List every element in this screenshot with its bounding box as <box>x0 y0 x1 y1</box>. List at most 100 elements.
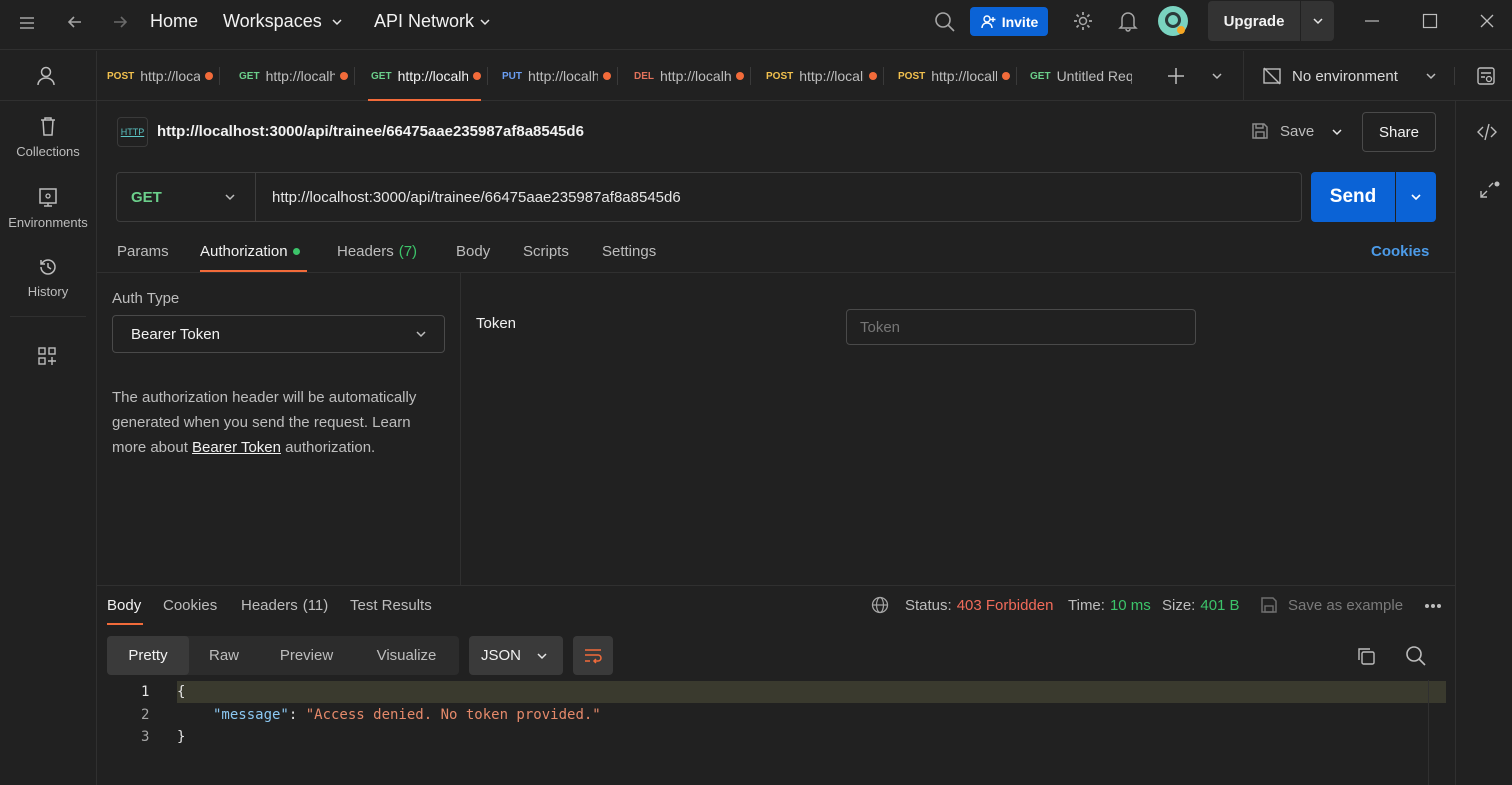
back-arrow-icon[interactable] <box>65 12 85 32</box>
workspaces-label: Workspaces <box>223 11 322 31</box>
request-tab[interactable]: DEL http://localhost:3000 <box>634 51 751 101</box>
new-tab-icon[interactable] <box>1166 66 1186 86</box>
editor-scrollbar-track[interactable] <box>1428 680 1429 785</box>
view-raw[interactable]: Raw <box>189 636 259 675</box>
method-badge: GET <box>239 70 260 82</box>
auth-panel-divider <box>460 273 461 585</box>
save-dropdown-chevron-icon[interactable] <box>1330 125 1344 139</box>
save-button[interactable]: Save <box>1250 121 1314 141</box>
upgrade-dropdown[interactable] <box>1301 1 1334 41</box>
chevron-down-icon <box>416 331 426 338</box>
headers-count: (7) <box>398 243 418 260</box>
tab-body[interactable]: Body <box>456 243 490 260</box>
request-tab[interactable]: GET http://localhost:3000 <box>239 51 355 101</box>
active-tab-indicator <box>368 99 481 101</box>
sidebar-divider <box>10 316 86 317</box>
active-dot <box>292 248 300 255</box>
cookies-link[interactable]: Cookies <box>1371 243 1429 260</box>
menu-icon[interactable] <box>18 14 36 32</box>
unsaved-dot <box>603 72 611 80</box>
api-network-menu[interactable]: API Network <box>374 11 492 32</box>
response-tab-test-results[interactable]: Test Results <box>350 597 432 614</box>
sidebar-item-history[interactable]: History <box>0 256 96 299</box>
tab-scripts[interactable]: Scripts <box>523 243 569 260</box>
code-icon[interactable] <box>1476 122 1498 142</box>
avatar[interactable] <box>1158 6 1188 36</box>
collapse-arrows-icon[interactable] <box>1478 180 1500 202</box>
unsaved-dot <box>205 72 214 80</box>
format-label: JSON <box>481 647 522 664</box>
request-tab[interactable]: PUT http://localhost:3000 <box>502 51 618 101</box>
wrap-lines-button[interactable] <box>573 636 613 675</box>
more-options-icon[interactable] <box>1424 603 1442 609</box>
method-select[interactable]: GET <box>117 173 256 221</box>
request-tab[interactable]: POST http://localhost:3000 <box>766 51 885 101</box>
response-tab-headers[interactable]: Headers (11) <box>241 597 328 614</box>
request-tab[interactable]: GET Untitled Request <box>1030 51 1132 101</box>
time-value: 10 ms <box>1109 597 1151 614</box>
view-visualize[interactable]: Visualize <box>354 636 459 675</box>
tab-url: http://localhost:3000 <box>528 68 598 84</box>
workspaces-menu[interactable]: Workspaces <box>223 11 344 32</box>
response-editor[interactable]: 1 2 3 { "message" : "Access denied. No t… <box>97 680 1455 785</box>
forward-arrow-icon[interactable] <box>110 12 130 32</box>
invite-button[interactable]: Invite <box>970 7 1048 36</box>
send-button[interactable]: Send <box>1311 172 1395 222</box>
request-title[interactable]: http://localhost:3000/api/trainee/66475a… <box>157 123 584 140</box>
api-network-label: API Network <box>374 11 475 31</box>
close-icon[interactable] <box>1479 13 1495 29</box>
bearer-token-link[interactable]: Bearer Token <box>192 439 281 456</box>
tab-params[interactable]: Params <box>117 243 169 260</box>
send-dropdown[interactable] <box>1396 172 1436 222</box>
share-button[interactable]: Share <box>1362 112 1436 152</box>
chevron-down-icon <box>332 18 342 25</box>
maximize-icon[interactable] <box>1422 13 1438 29</box>
response-time[interactable]: Time: 10 ms <box>1068 597 1151 614</box>
tab-url: http://localhost:3000 <box>660 68 731 84</box>
response-size[interactable]: Size: 401 B <box>1162 597 1240 614</box>
tab-authorization[interactable]: Authorization <box>200 243 300 260</box>
response-status[interactable]: Status: 403 Forbidden <box>905 597 1053 614</box>
sidebar-item-environments[interactable]: Environments <box>0 187 96 230</box>
response-tab-body[interactable]: Body <box>107 597 141 614</box>
configure-sidebar-icon[interactable] <box>37 346 57 366</box>
url-bar: GET http://localhost:3000/api/trainee/66… <box>116 172 1302 222</box>
minimize-icon[interactable] <box>1364 13 1380 29</box>
save-icon <box>1252 123 1268 139</box>
globe-icon[interactable] <box>871 596 889 614</box>
upgrade-button[interactable]: Upgrade <box>1208 1 1300 41</box>
tab-headers[interactable]: Headers (7) <box>337 243 417 260</box>
request-tab[interactable]: POST http://localhost:3000 <box>898 51 1018 101</box>
tabs-overflow-chevron-icon[interactable] <box>1210 69 1224 83</box>
method-badge: PUT <box>502 70 522 82</box>
search-response-icon[interactable] <box>1405 645 1427 667</box>
token-input[interactable] <box>846 309 1196 345</box>
unsaved-dot <box>339 72 348 80</box>
format-select[interactable]: JSON <box>469 636 563 675</box>
auth-type-select[interactable]: Bearer Token <box>112 315 445 353</box>
view-pretty[interactable]: Pretty <box>107 636 189 675</box>
environment-select[interactable]: No environment <box>1262 66 1438 86</box>
gear-icon[interactable] <box>1072 10 1094 32</box>
line-number: 3 <box>141 729 150 745</box>
save-as-example-button[interactable]: Save as example <box>1259 595 1403 615</box>
url-input[interactable]: http://localhost:3000/api/trainee/66475a… <box>256 189 681 206</box>
bell-icon[interactable] <box>1118 10 1138 32</box>
response-tab-cookies[interactable]: Cookies <box>163 597 217 614</box>
upgrade-label: Upgrade <box>1223 12 1285 30</box>
request-tab[interactable]: POST http://localhost:3000 <box>107 51 221 101</box>
view-label: Preview <box>279 647 334 664</box>
sidebar-item-collections[interactable]: Collections <box>0 116 96 159</box>
request-tab-active[interactable]: GET http://localhost:3000 <box>371 51 488 101</box>
tab-settings[interactable]: Settings <box>602 243 656 260</box>
json-colon: : <box>288 707 306 723</box>
line-number: 2 <box>141 707 150 723</box>
auth-description-text-end: authorization. <box>281 439 376 456</box>
copy-icon[interactable] <box>1356 646 1376 666</box>
view-preview[interactable]: Preview <box>259 636 354 675</box>
search-icon[interactable] <box>934 11 956 33</box>
environment-quick-look-icon[interactable] <box>1476 66 1496 86</box>
add-user-icon <box>981 14 996 28</box>
env-divider <box>1243 51 1244 101</box>
home-link[interactable]: Home <box>150 11 198 32</box>
